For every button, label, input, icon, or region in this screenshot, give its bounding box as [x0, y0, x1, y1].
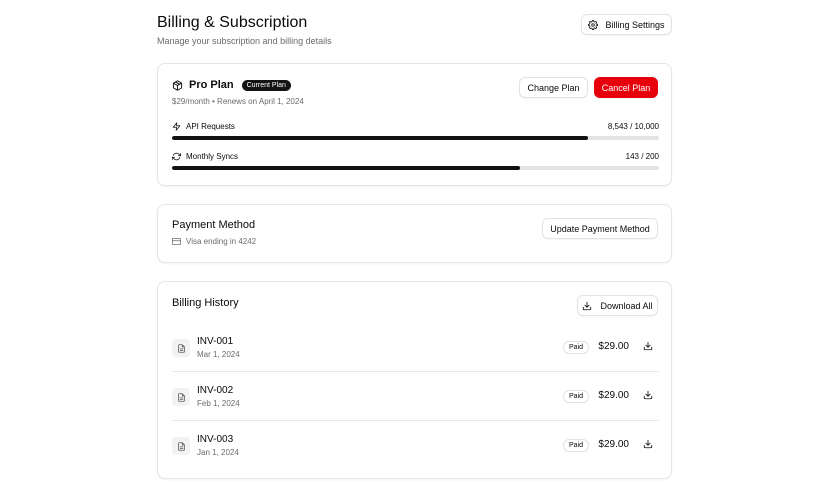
- usage-progress-fill: [172, 136, 589, 140]
- page-subtitle: Manage your subscription and billing det…: [157, 36, 332, 46]
- page-header: Billing & Subscription Manage your subsc…: [157, 13, 672, 46]
- status-badge: Paid: [562, 390, 589, 403]
- change-plan-button[interactable]: Change Plan: [519, 77, 588, 98]
- billing-settings-label: Billing Settings: [605, 19, 665, 30]
- invoice-id: INV-003: [197, 434, 234, 445]
- refresh-icon: [172, 152, 181, 160]
- invoice-id: INV-002: [197, 385, 234, 396]
- plan-card: Pro Plan Current Plan $29/month • Renews…: [157, 63, 672, 186]
- invoice-id: INV-001: [197, 336, 234, 347]
- plan-name: Pro Plan: [189, 79, 234, 91]
- download-all-button[interactable]: Download All: [577, 295, 658, 316]
- update-payment-method-button[interactable]: Update Payment Method: [542, 218, 658, 239]
- usage-api-requests: API Requests 8,543 / 10,000: [172, 121, 659, 140]
- invoice-amount: $29.00: [598, 390, 629, 401]
- invoice-date: Feb 1, 2024: [197, 399, 240, 408]
- invoice-amount: $29.00: [598, 341, 629, 352]
- card-ending-text: Visa ending in 4242: [186, 237, 257, 246]
- cancel-plan-button[interactable]: Cancel Plan: [594, 77, 658, 98]
- invoice-row: INV-003 Jan 1, 2024 Paid $29.00: [172, 421, 659, 470]
- current-plan-badge: Current Plan: [241, 79, 291, 91]
- status-badge: Paid: [562, 341, 589, 354]
- invoice-amount: $29.00: [598, 439, 629, 450]
- plan-title-row: Pro Plan Current Plan: [172, 79, 291, 91]
- plan-actions: Change Plan Cancel Plan: [519, 77, 658, 98]
- invoice-doc-icon-box: [172, 437, 190, 455]
- package-icon: [172, 79, 183, 91]
- usage-monthly-syncs: Monthly Syncs 143 / 200: [172, 151, 659, 170]
- invoice-row: INV-002 Feb 1, 2024 Paid $29.00: [172, 372, 659, 421]
- usage-label: Monthly Syncs: [186, 151, 239, 161]
- download-icon: [583, 301, 592, 310]
- invoice-list: INV-001 Mar 1, 2024 Paid $29.00 INV-002 …: [172, 323, 659, 470]
- payment-method-card: Payment Method Visa ending in 4242 Updat…: [157, 204, 672, 263]
- invoice-doc-icon-box: [172, 388, 190, 406]
- download-invoice-icon[interactable]: [643, 390, 653, 400]
- download-all-label: Download All: [600, 300, 653, 311]
- gear-icon: [588, 19, 599, 30]
- download-invoice-icon[interactable]: [643, 341, 653, 351]
- usage-value: 8,543 / 10,000: [607, 121, 659, 131]
- invoice-row: INV-001 Mar 1, 2024 Paid $29.00: [172, 323, 659, 372]
- billing-history-title: Billing History: [172, 297, 239, 309]
- billing-history-card: Billing History Download All INV-001 Mar…: [157, 281, 672, 479]
- usage-value: 143 / 200: [625, 151, 659, 161]
- usage-progress-track: [172, 136, 659, 140]
- download-invoice-icon[interactable]: [643, 439, 653, 449]
- lightning-icon: [172, 121, 181, 131]
- payment-method-title: Payment Method: [172, 219, 256, 231]
- invoice-date: Jan 1, 2024: [197, 448, 239, 457]
- credit-card-icon: [172, 238, 181, 245]
- billing-settings-button[interactable]: Billing Settings: [581, 14, 672, 35]
- invoice-date: Mar 1, 2024: [197, 350, 240, 359]
- usage-label: API Requests: [186, 121, 235, 131]
- status-badge: Paid: [562, 439, 589, 452]
- plan-price-renewal: $29/month • Renews on April 1, 2024: [172, 97, 304, 106]
- document-icon: [177, 343, 185, 353]
- document-icon: [177, 441, 185, 451]
- payment-method-detail: Visa ending in 4242: [172, 237, 256, 246]
- invoice-doc-icon-box: [172, 339, 190, 357]
- document-icon: [177, 392, 185, 402]
- usage-progress-fill: [172, 166, 521, 170]
- usage-progress-track: [172, 166, 659, 170]
